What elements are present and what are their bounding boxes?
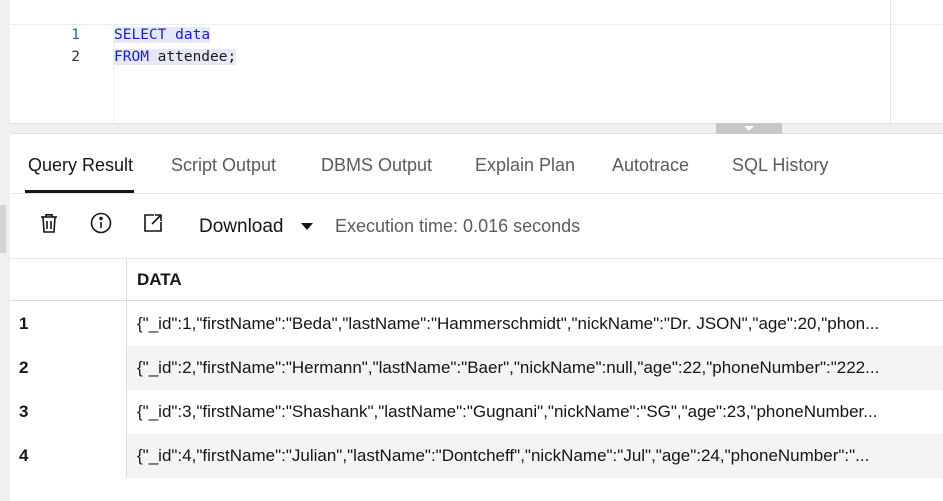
sql-editor[interactable]: 1 SELECT data 2 FROM attendee; xyxy=(10,0,943,123)
row-number: 4 xyxy=(10,434,127,478)
tab-query-result[interactable]: Query Result xyxy=(28,155,133,176)
results-grid: DATA 1 {"_id":1,"firstName":"Beda","last… xyxy=(10,259,943,501)
output-tabs: Query Result Script Output DBMS Output E… xyxy=(10,134,943,194)
sql-keyword: SELECT xyxy=(114,27,167,43)
table-row[interactable]: 4 {"_id":4,"firstName":"Julian","lastNam… xyxy=(10,434,943,478)
tab-dbms-output[interactable]: DBMS Output xyxy=(321,155,432,176)
row-number-header xyxy=(10,259,127,300)
line-number: 2 xyxy=(71,49,80,65)
table-row[interactable]: 1 {"_id":1,"firstName":"Beda","lastName"… xyxy=(10,302,943,346)
editor-print-margin xyxy=(890,0,891,123)
data-cell[interactable]: {"_id":2,"firstName":"Hermann","lastName… xyxy=(127,346,943,390)
open-external-icon[interactable] xyxy=(141,211,165,235)
tab-autotrace[interactable]: Autotrace xyxy=(612,155,689,176)
sql-identifier: data xyxy=(175,27,211,43)
sql-identifier: attendee; xyxy=(157,49,237,65)
info-icon[interactable] xyxy=(89,211,113,235)
line-number: 1 xyxy=(71,27,80,43)
editor-results-splitter[interactable] xyxy=(10,123,943,134)
data-cell[interactable]: {"_id":1,"firstName":"Beda","lastName":"… xyxy=(127,302,943,346)
column-header-data[interactable]: DATA xyxy=(137,270,182,290)
tab-script-output[interactable]: Script Output xyxy=(171,155,276,176)
sql-keyword: FROM xyxy=(114,49,149,65)
tab-sql-history[interactable]: SQL History xyxy=(732,155,828,176)
panel-collapse-handle[interactable] xyxy=(0,205,6,253)
data-cell[interactable]: {"_id":4,"firstName":"Julian","lastName"… xyxy=(127,434,943,478)
active-tab-indicator xyxy=(25,190,134,193)
chevron-down-icon[interactable] xyxy=(301,223,313,230)
results-toolbar: Download Execution time: 0.016 seconds xyxy=(10,195,943,259)
editor-top-line xyxy=(10,0,943,25)
tab-explain-plan[interactable]: Explain Plan xyxy=(475,155,575,176)
row-number: 1 xyxy=(10,302,127,346)
row-number: 3 xyxy=(10,390,127,434)
data-cell[interactable]: {"_id":3,"firstName":"Shashank","lastNam… xyxy=(127,390,943,434)
execution-time: Execution time: 0.016 seconds xyxy=(335,216,581,236)
table-row[interactable]: 3 {"_id":3,"firstName":"Shashank","lastN… xyxy=(10,390,943,434)
grid-header: DATA xyxy=(10,259,943,301)
row-number: 2 xyxy=(10,346,127,390)
download-button[interactable]: Download xyxy=(199,216,284,238)
trash-icon[interactable] xyxy=(37,211,61,235)
left-panel-strip xyxy=(0,0,10,501)
table-row[interactable]: 2 {"_id":2,"firstName":"Hermann","lastNa… xyxy=(10,346,943,390)
collapse-results-icon[interactable] xyxy=(716,123,782,134)
